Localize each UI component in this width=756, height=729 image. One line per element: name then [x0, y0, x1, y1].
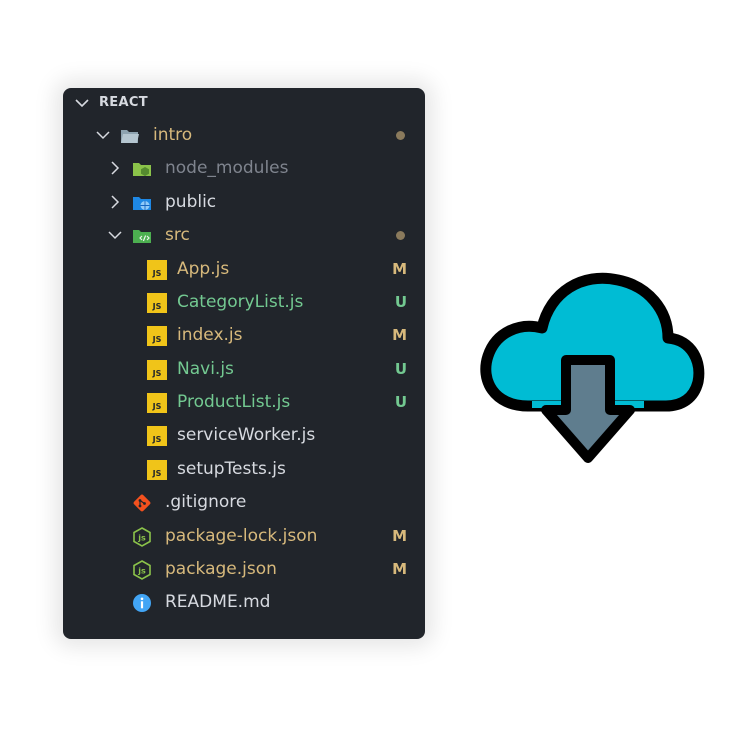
javascript-file-icon: JS	[147, 460, 167, 480]
tree-item-label: App.js	[177, 259, 230, 279]
info-icon	[133, 594, 151, 612]
tree-item-src[interactable]: src	[63, 219, 425, 252]
changes-dot	[396, 131, 405, 140]
tree-item-readme-md[interactable]: README.md	[63, 586, 425, 619]
tree-item-label: Navi.js	[177, 359, 234, 379]
git-status-badge: M	[392, 326, 407, 344]
git-status-badge: U	[394, 393, 407, 411]
chevron-right-icon	[111, 195, 120, 209]
svg-text:js: js	[137, 567, 146, 576]
tree-item-public[interactable]: public	[63, 186, 425, 219]
src-folder-icon	[133, 230, 151, 243]
file-explorer-panel: REACT intro node_modules public src JS A…	[63, 88, 425, 639]
changes-dot	[396, 231, 405, 240]
chevron-down-icon	[108, 231, 122, 240]
tree-item-label: public	[165, 192, 217, 212]
javascript-file-icon: JS	[147, 293, 167, 313]
chevron-right-icon	[111, 161, 120, 175]
javascript-file-icon: JS	[147, 326, 167, 346]
tree-item-categorylist-js[interactable]: JS CategoryList.js U	[63, 286, 425, 319]
tree-item-navi-js[interactable]: JS Navi.js U	[63, 353, 425, 386]
tree-item-label: package.json	[165, 559, 277, 579]
javascript-file-icon: JS	[147, 426, 167, 446]
tree-item-package-lock-json[interactable]: js package-lock.json M	[63, 520, 425, 553]
git-status-badge: U	[394, 360, 407, 378]
svg-text:js: js	[137, 534, 146, 543]
tree-item-package-json[interactable]: js package.json M	[63, 553, 425, 586]
chevron-down-icon	[96, 131, 110, 140]
folder-open-icon	[121, 130, 139, 143]
tree-item-label: ProductList.js	[177, 392, 291, 412]
tree-item-index-js[interactable]: JS index.js M	[63, 319, 425, 352]
nodejs-icon: js	[133, 560, 151, 580]
tree-item-label: CategoryList.js	[177, 292, 304, 312]
tree-item-gitignore[interactable]: .gitignore	[63, 486, 425, 519]
tree-item-app-js[interactable]: JS App.js M	[63, 253, 425, 286]
javascript-file-icon: JS	[147, 360, 167, 380]
node-folder-icon	[133, 163, 151, 176]
git-status-badge: M	[392, 260, 407, 278]
tree-item-label: intro	[153, 125, 193, 145]
tree-item-label: README.md	[165, 592, 271, 612]
tree-item-label: .gitignore	[165, 492, 247, 512]
javascript-file-icon: JS	[147, 260, 167, 280]
chevron-down-icon	[75, 99, 89, 108]
tree-item-label: index.js	[177, 325, 243, 345]
git-status-badge: U	[394, 293, 407, 311]
tree-item-setuptests-js[interactable]: JS setupTests.js	[63, 453, 425, 486]
tree-item-intro[interactable]: intro	[63, 119, 425, 152]
cloud-download-icon	[480, 272, 705, 463]
tree-item-label: package-lock.json	[165, 526, 318, 546]
git-status-badge: M	[392, 560, 407, 578]
git-status-badge: M	[392, 527, 407, 545]
public-folder-icon	[133, 197, 151, 210]
tree-item-label: src	[165, 225, 190, 245]
javascript-file-icon: JS	[147, 393, 167, 413]
explorer-section-header[interactable]: REACT	[63, 88, 425, 118]
tree-item-serviceworker-js[interactable]: JS serviceWorker.js	[63, 419, 425, 452]
tree-item-node-modules[interactable]: node_modules	[63, 152, 425, 185]
git-icon	[133, 494, 151, 512]
nodejs-icon: js	[133, 527, 151, 547]
tree-item-label: node_modules	[165, 158, 289, 178]
tree-item-label: serviceWorker.js	[177, 425, 316, 445]
tree-item-productlist-js[interactable]: JS ProductList.js U	[63, 386, 425, 419]
tree-item-label: setupTests.js	[177, 459, 286, 479]
section-title: REACT	[99, 95, 148, 110]
